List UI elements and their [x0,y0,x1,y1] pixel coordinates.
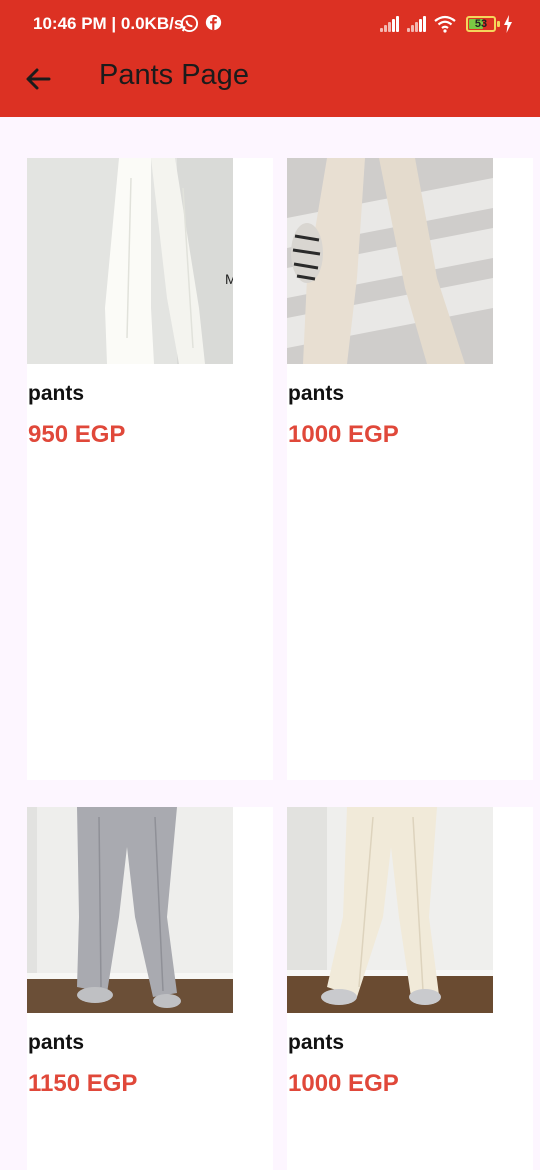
product-price: 1150 EGP [28,1070,138,1097]
product-card[interactable]: pants 1000 EGP [287,807,533,1170]
product-image-grey-pants [27,807,233,1013]
product-name: pants [28,1031,85,1054]
product-price: 1000 EGP [288,1070,399,1097]
product-image-cream-pants [287,807,493,1013]
product-name: pants [288,382,345,405]
wifi-icon [434,15,456,33]
product-price: 950 EGP [28,421,126,448]
signal-icon-sim2 [407,16,429,32]
whatsapp-icon [180,14,199,33]
battery-tip [497,21,500,27]
product-name: pants [288,1031,345,1054]
back-arrow-icon[interactable] [22,62,56,96]
status-bar: 10:46 PM | 0.0KB/s 53 [0,0,540,50]
product-image-beige-pants [287,158,493,364]
product-price: 1000 EGP [288,421,399,448]
facebook-icon [205,14,222,31]
product-name: pants [28,382,85,405]
svg-text:M: M [225,271,233,287]
app-bar: 10:46 PM | 0.0KB/s 53 Pants Page [0,0,540,117]
product-card[interactable]: pants 1000 EGP [287,158,533,780]
product-image-white-pants: M [27,158,233,364]
page-title: Pants Page [99,59,249,91]
status-time-speed: 10:46 PM | 0.0KB/s [33,14,184,33]
battery-level: 53 [474,18,488,30]
signal-icon-sim1 [380,16,402,32]
charging-icon [504,15,512,33]
battery-icon: 53 [466,16,496,32]
product-card[interactable]: M pants 950 EGP [27,158,273,780]
product-card[interactable]: pants 1150 EGP [27,807,273,1170]
